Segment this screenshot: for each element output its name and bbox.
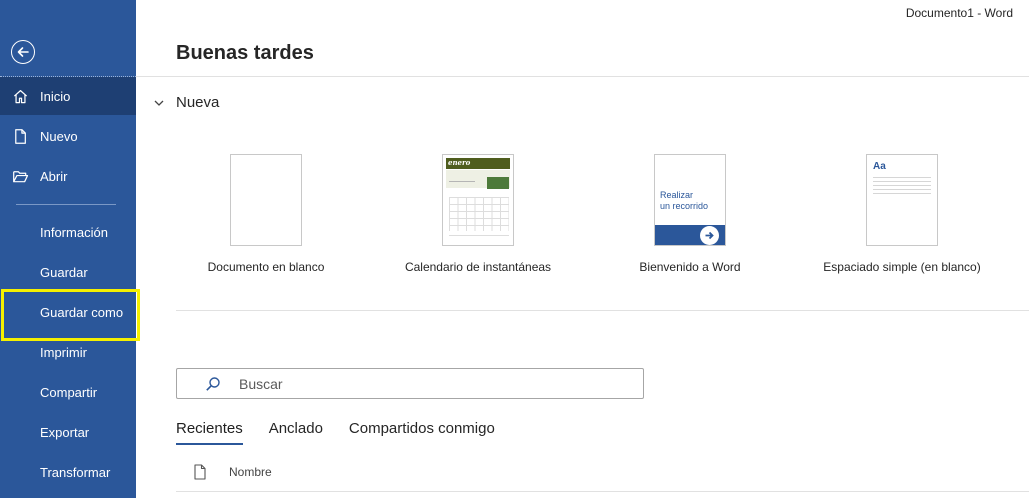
sidebar-item-exportar[interactable]: Exportar <box>0 413 136 451</box>
section-title: Nueva <box>176 94 220 111</box>
thumb-text: Realizar <box>660 190 694 200</box>
template-single-spaced[interactable]: Aa <box>866 154 938 246</box>
file-icon <box>194 464 206 480</box>
template-label: Espaciado simple (en blanco) <box>823 260 981 274</box>
sidebar-item-informacion[interactable]: Información <box>0 213 136 251</box>
sidebar-item-label: Guardar <box>40 264 88 280</box>
sidebar-item-label: Transformar <box>40 464 111 480</box>
file-tabs: Recientes Anclado Compartidos conmigo <box>176 420 521 445</box>
template-thumbnail: enero <box>442 154 514 246</box>
divider <box>176 310 1029 311</box>
thumb-text: un recorrido <box>660 201 709 211</box>
column-header-name[interactable]: Nombre <box>229 465 272 479</box>
highlight-box <box>1 289 140 341</box>
template-label: Documento en blanco <box>207 260 325 274</box>
sidebar-item-nuevo[interactable]: Nuevo <box>0 117 136 155</box>
sidebar-item-transformar[interactable]: Transformar <box>0 453 136 491</box>
sidebar-item-inicio[interactable]: Inicio <box>0 77 136 115</box>
new-section-header[interactable]: Nueva <box>152 94 219 111</box>
search-input[interactable] <box>239 375 619 392</box>
arrow-right-icon <box>700 226 719 245</box>
template-blank-document[interactable] <box>230 154 302 246</box>
sidebar-item-label: Exportar <box>40 424 90 440</box>
thumb-text: enero <box>448 158 471 167</box>
divider <box>176 491 1029 492</box>
tab-recientes[interactable]: Recientes <box>176 420 243 445</box>
window-title: Documento1 - Word <box>905 6 1013 20</box>
arrow-left-icon <box>17 47 29 57</box>
tab-compartidos-conmigo[interactable]: Compartidos conmigo <box>349 420 495 445</box>
thumb-text: Aa <box>873 161 886 172</box>
template-label: Bienvenido a Word <box>639 260 741 274</box>
sidebar-item-guardar[interactable]: Guardar <box>0 253 136 291</box>
sidebar-item-compartir[interactable]: Compartir <box>0 373 136 411</box>
chevron-down-icon <box>154 100 164 106</box>
template-label: Calendario de instantáneas <box>404 260 552 274</box>
tab-anclado[interactable]: Anclado <box>269 420 323 445</box>
template-welcome-tour[interactable]: Realizar un recorrido <box>654 154 726 246</box>
sidebar-item-label: Abrir <box>40 168 68 184</box>
sidebar-item-label: Compartir <box>40 384 98 400</box>
template-calendar[interactable]: enero <box>442 154 514 246</box>
new-document-icon <box>0 128 40 145</box>
home-icon <box>0 88 40 105</box>
sidebar-item-label: Nuevo <box>40 128 78 144</box>
search-box[interactable] <box>176 368 644 399</box>
page-title: Buenas tardes <box>176 42 314 64</box>
backstage-sidebar: Inicio Nuevo Abrir Información Guardar G… <box>0 0 136 498</box>
template-thumbnail <box>230 154 302 246</box>
sidebar-item-abrir[interactable]: Abrir <box>0 157 136 195</box>
search-icon <box>206 376 220 391</box>
template-thumbnail: Realizar un recorrido <box>654 154 726 246</box>
template-thumbnail: Aa <box>866 154 938 246</box>
divider <box>136 76 1029 77</box>
sidebar-item-label: Inicio <box>40 88 71 104</box>
sidebar-divider <box>16 204 116 205</box>
sidebar-item-label: Imprimir <box>40 344 87 360</box>
folder-open-icon <box>0 168 40 185</box>
back-button[interactable] <box>11 40 35 64</box>
sidebar-item-label: Información <box>40 224 108 240</box>
file-list-header: Nombre <box>176 464 272 480</box>
